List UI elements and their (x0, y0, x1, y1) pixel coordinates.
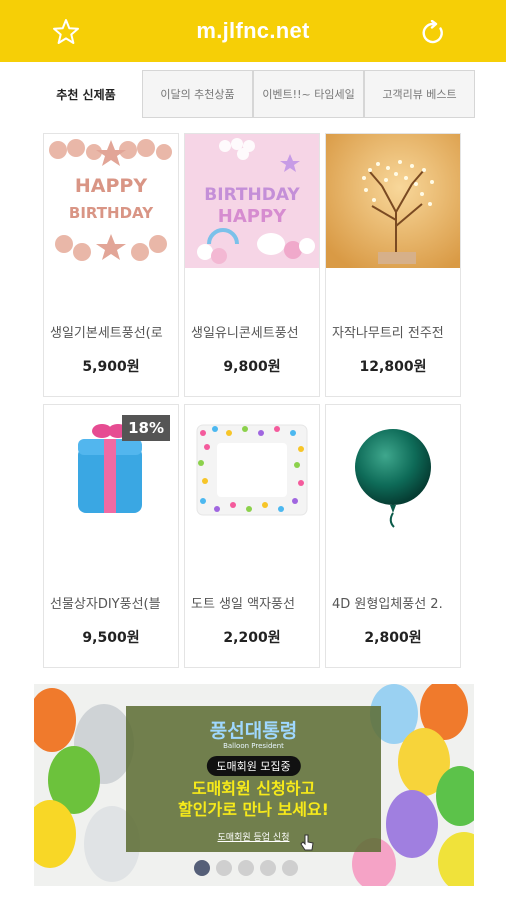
product-price: 9,800원 (223, 359, 281, 375)
carousel-dot[interactable] (216, 860, 232, 876)
product-image (185, 405, 319, 539)
product-price: 2,800원 (364, 630, 422, 646)
brand-tagline: Balloon President (223, 742, 284, 750)
promo-headline: 도매회원 신청하고 할인가로 만나 보세요! (126, 778, 381, 820)
svg-text:HAPPY: HAPPY (75, 175, 147, 197)
wholesale-promo-box: 풍선대통령 Balloon President 도매회원 모집중 도매회원 신청… (126, 706, 381, 852)
carousel-dot[interactable] (282, 860, 298, 876)
refresh-icon[interactable] (420, 20, 446, 46)
promo-banner[interactable]: 풍선대통령 Balloon President 도매회원 모집중 도매회원 신청… (34, 684, 474, 886)
product-price: 9,500원 (82, 630, 140, 646)
product-card[interactable]: BIRTHDAY HAPPY 생일유니콘세트풍선 9,800원 (184, 133, 320, 397)
tab-new-products[interactable]: 추천 신제품 (30, 68, 142, 120)
svg-text:BIRTHDAY: BIRTHDAY (69, 204, 154, 222)
tab-monthly-picks[interactable]: 이달의 추천상품 (142, 70, 253, 118)
product-name: 4D 원형입체풍선 2. (332, 597, 443, 612)
carousel-dots (194, 860, 298, 876)
category-tabs: 추천 신제품 이달의 추천상품 이벤트!!~ 타임세일 고객리뷰 베스트 (0, 62, 506, 122)
product-price: 2,200원 (223, 630, 281, 646)
product-name: 생일기본세트풍선(로 (50, 326, 163, 341)
recruit-badge: 도매회원 모집중 (206, 756, 301, 776)
svg-text:HAPPY: HAPPY (218, 206, 287, 227)
product-card[interactable]: 4D 원형입체풍선 2. 2,800원 (325, 404, 461, 668)
product-card[interactable]: 18% 선물상자DIY풍선(블 9,500원 (43, 404, 179, 668)
product-name: 생일유니콘세트풍선 (191, 326, 299, 341)
product-price: 5,900원 (82, 359, 140, 375)
product-card[interactable]: 도트 생일 액자풍선 2,200원 (184, 404, 320, 668)
carousel-dot[interactable] (238, 860, 254, 876)
product-image (326, 134, 460, 268)
headline-line-2: 할인가로 만나 보세요! (178, 800, 329, 819)
carousel-dot[interactable] (194, 860, 210, 876)
product-name: 자작나무트리 전주전 (332, 326, 444, 341)
wholesale-signup-link[interactable]: 도매회원 등업 신청 (126, 830, 381, 843)
tab-review-best[interactable]: 고객리뷰 베스트 (364, 70, 475, 118)
top-bar: m.jlfnc.net (0, 0, 506, 62)
hand-pointer-icon (300, 834, 314, 851)
product-card[interactable]: HAPPY BIRTHDAY 생일기본세트풍선(로 5,900원 (43, 133, 179, 397)
carousel-dot[interactable] (260, 860, 276, 876)
product-image: BIRTHDAY HAPPY (185, 134, 319, 268)
product-name: 도트 생일 액자풍선 (191, 597, 295, 612)
tab-time-sale[interactable]: 이벤트!!~ 타임세일 (253, 70, 364, 118)
product-price: 12,800원 (359, 359, 427, 375)
svg-text:BIRTHDAY: BIRTHDAY (204, 185, 300, 205)
product-name: 선물상자DIY풍선(블 (50, 597, 161, 612)
headline-line-1: 도매회원 신청하고 (191, 779, 316, 798)
product-card[interactable]: 자작나무트리 전주전 12,800원 (325, 133, 461, 397)
product-image: HAPPY BIRTHDAY (44, 134, 178, 268)
product-image (326, 405, 460, 539)
brand-logo: 풍선대통령 (209, 720, 298, 742)
discount-badge: 18% (122, 415, 170, 441)
